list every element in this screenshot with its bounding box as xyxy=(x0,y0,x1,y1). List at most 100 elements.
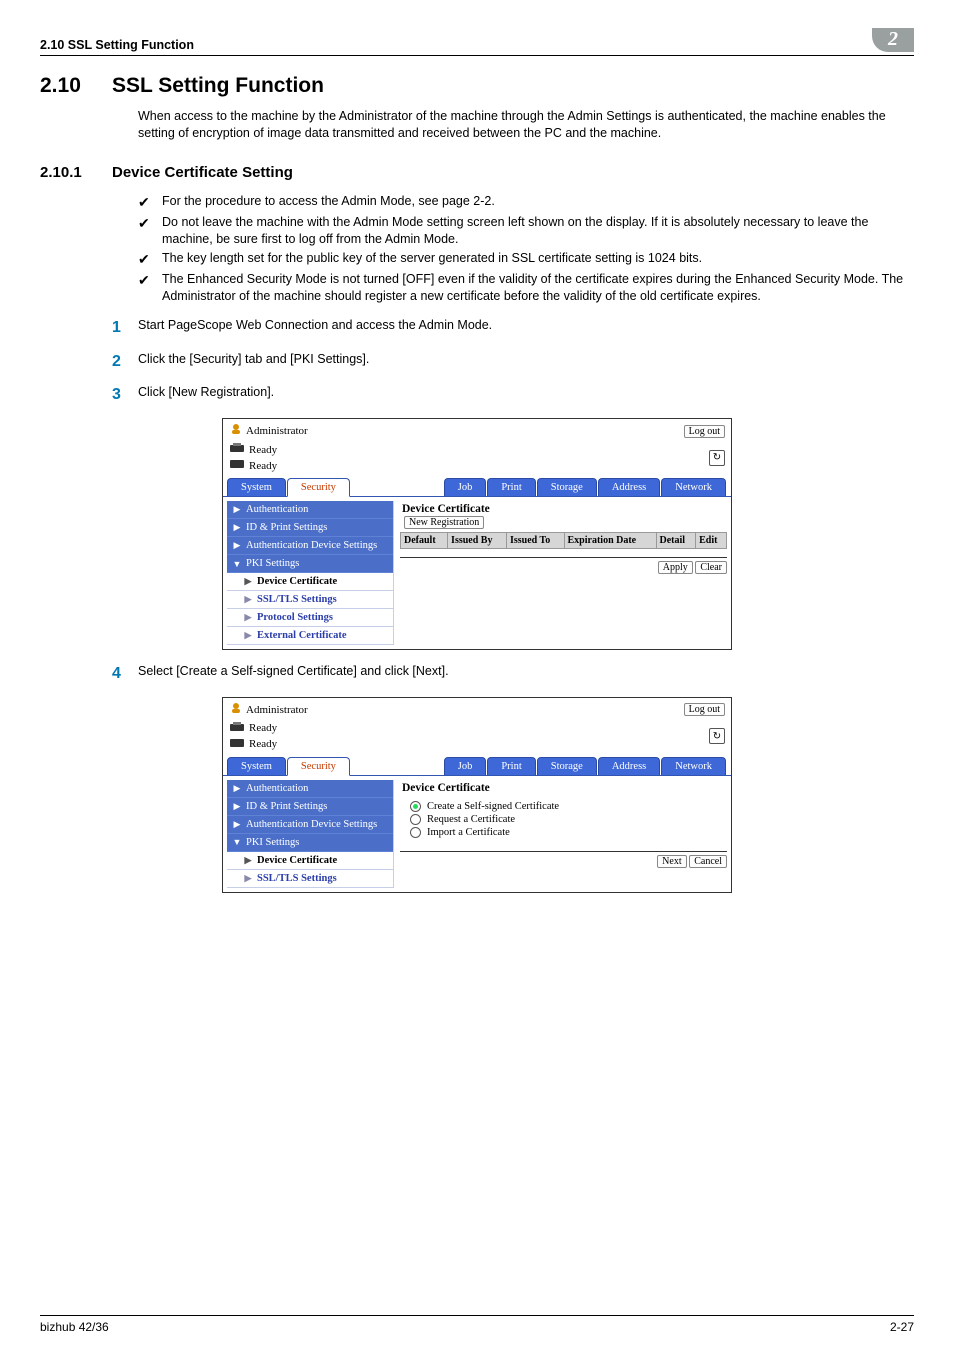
footer-left: bizhub 42/36 xyxy=(40,1320,109,1334)
sidebar-item-id-print[interactable]: ▶ID & Print Settings xyxy=(227,519,393,537)
tab-print[interactable]: Print xyxy=(487,478,535,496)
check-item: Do not leave the machine with the Admin … xyxy=(162,214,914,248)
check-item: For the procedure to access the Admin Mo… xyxy=(162,193,495,212)
sidebar-item-auth-device[interactable]: ▶ Authentication Device Settings xyxy=(227,816,393,834)
tab-address[interactable]: Address xyxy=(598,757,660,775)
admin-icon xyxy=(229,422,243,440)
clear-button[interactable]: Clear xyxy=(695,561,727,574)
sidebar-sub-device-cert[interactable]: ▶Device Certificate xyxy=(227,573,393,591)
admin-icon xyxy=(229,701,243,719)
col-issued-to: Issued To xyxy=(506,533,564,549)
chevron-down-icon: ▼ xyxy=(232,837,242,847)
section-title: SSL Setting Function xyxy=(112,74,324,98)
step-number: 2 xyxy=(112,351,138,373)
sidebar-item-label: Authentication xyxy=(246,504,308,515)
page-footer: bizhub 42/36 2-27 xyxy=(40,1315,914,1334)
refresh-button[interactable]: ↻ xyxy=(709,728,725,744)
step-number: 1 xyxy=(112,317,138,339)
sidebar-item-label: PKI Settings xyxy=(246,837,299,848)
check-icon: ✔ xyxy=(138,193,162,212)
chevron-right-icon: ▶ xyxy=(243,873,253,884)
chevron-right-icon: ▶ xyxy=(243,630,253,641)
section-number: 2.10 xyxy=(40,74,112,98)
radio-self-signed[interactable] xyxy=(410,801,421,812)
step-number: 4 xyxy=(112,663,138,685)
subsection-title: Device Certificate Setting xyxy=(112,164,293,181)
sidebar-item-label: Authentication xyxy=(246,783,308,794)
sidebar-sub-label: SSL/TLS Settings xyxy=(257,594,337,605)
radio-row-request[interactable]: Request a Certificate xyxy=(410,813,727,826)
radio-row-import[interactable]: Import a Certificate xyxy=(410,826,727,839)
sidebar-sub-protocol[interactable]: ▶Protocol Settings xyxy=(227,609,393,627)
step-text: Select [Create a Self-signed Certificate… xyxy=(138,663,449,685)
sidebar-sub-label: Device Certificate xyxy=(257,855,337,866)
col-detail: Detail xyxy=(656,533,696,549)
steps-list-cont: 4Select [Create a Self-signed Certificat… xyxy=(112,663,914,685)
chapter-badge: 2 xyxy=(872,28,914,52)
col-expiration: Expiration Date xyxy=(564,533,656,549)
chevron-right-icon: ▶ xyxy=(243,576,253,587)
status-text: Ready xyxy=(249,460,277,472)
cancel-button[interactable]: Cancel xyxy=(689,855,727,868)
new-registration-button[interactable]: New Registration xyxy=(404,516,484,529)
tab-system[interactable]: System xyxy=(227,757,286,775)
sidebar-sub-label: External Certificate xyxy=(257,630,347,641)
sidebar-item-auth-device[interactable]: ▶Authentication Device Settings xyxy=(227,537,393,555)
sidebar: ▶Authentication ▶ID & Print Settings ▶Au… xyxy=(227,780,393,888)
radio-label: Import a Certificate xyxy=(427,827,510,838)
next-button[interactable]: Next xyxy=(657,855,686,868)
tab-security[interactable]: Security xyxy=(287,757,350,776)
chevron-right-icon: ▶ xyxy=(232,504,242,515)
certificate-table: Default Issued By Issued To Expiration D… xyxy=(400,532,727,549)
tab-job[interactable]: Job xyxy=(444,757,487,775)
tab-storage[interactable]: Storage xyxy=(537,757,597,775)
sidebar-item-authentication[interactable]: ▶ Authentication xyxy=(227,501,393,519)
logout-button[interactable]: Log out xyxy=(684,703,725,716)
check-item: The key length set for the public key of… xyxy=(162,250,702,269)
sidebar-item-id-print[interactable]: ▶ID & Print Settings xyxy=(227,798,393,816)
radio-request[interactable] xyxy=(410,814,421,825)
step-text: Click the [Security] tab and [PKI Settin… xyxy=(138,351,369,373)
sidebar-item-pki[interactable]: ▼ PKI Settings xyxy=(227,834,393,852)
col-edit: Edit xyxy=(696,533,727,549)
step-text: Start PageScope Web Connection and acces… xyxy=(138,317,492,339)
check-icon: ✔ xyxy=(138,250,162,269)
tab-network[interactable]: Network xyxy=(661,478,726,496)
sidebar-sub-label: Protocol Settings xyxy=(257,612,333,623)
chevron-right-icon: ▶ xyxy=(232,819,242,830)
printer-icon xyxy=(229,442,245,457)
footer-right: 2-27 xyxy=(890,1320,914,1334)
sidebar-sub-external-cert[interactable]: ▶ External Certificate xyxy=(227,627,393,645)
radio-row-self-signed[interactable]: Create a Self-signed Certificate xyxy=(410,800,727,813)
tab-address[interactable]: Address xyxy=(598,478,660,496)
radio-label: Request a Certificate xyxy=(427,814,515,825)
admin-label: Administrator xyxy=(246,425,308,437)
tab-job[interactable]: Job xyxy=(444,478,487,496)
tab-system[interactable]: System xyxy=(227,478,286,496)
chevron-right-icon: ▶ xyxy=(243,855,253,866)
scanner-icon xyxy=(229,737,245,752)
screenshot-device-certificate-create: Administrator Log out Ready Ready ↻ Syst… xyxy=(222,697,732,893)
subsection-number: 2.10.1 xyxy=(40,164,112,181)
sidebar-item-label: Authentication Device Settings xyxy=(246,540,377,551)
sidebar-item-authentication[interactable]: ▶Authentication xyxy=(227,780,393,798)
tab-print[interactable]: Print xyxy=(487,757,535,775)
apply-button[interactable]: Apply xyxy=(658,561,693,574)
radio-import[interactable] xyxy=(410,827,421,838)
sidebar-item-label: Authentication Device Settings xyxy=(246,819,377,830)
sidebar-sub-device-cert[interactable]: ▶ Device Certificate xyxy=(227,852,393,870)
tab-network[interactable]: Network xyxy=(661,757,726,775)
sidebar-sub-ssl-tls[interactable]: ▶SSL/TLS Settings xyxy=(227,870,393,888)
sidebar-sub-ssl-tls[interactable]: ▶SSL/TLS Settings xyxy=(227,591,393,609)
refresh-button[interactable]: ↻ xyxy=(709,450,725,466)
tab-security[interactable]: Security xyxy=(287,478,350,497)
logout-button[interactable]: Log out xyxy=(684,425,725,438)
check-icon: ✔ xyxy=(138,271,162,305)
step-number: 3 xyxy=(112,384,138,406)
check-icon: ✔ xyxy=(138,214,162,248)
sidebar-item-label: ID & Print Settings xyxy=(246,801,327,812)
tab-storage[interactable]: Storage xyxy=(537,478,597,496)
steps-list: 1Start PageScope Web Connection and acce… xyxy=(112,317,914,406)
sidebar-item-pki[interactable]: ▼PKI Settings xyxy=(227,555,393,573)
col-default: Default xyxy=(401,533,448,549)
